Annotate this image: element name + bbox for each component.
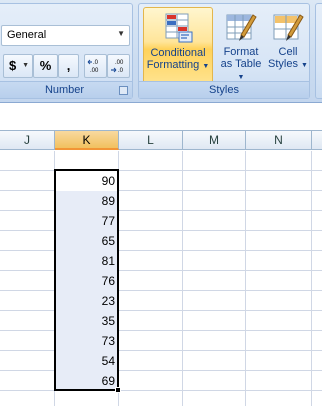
cell-k-6[interactable]: 76 (55, 271, 118, 291)
svg-text:.0: .0 (93, 60, 99, 66)
styles-group-label: Styles (139, 81, 309, 98)
increase-decimal-icon: .0 .00 (87, 59, 99, 74)
chevron-down-icon: ▼ (237, 74, 245, 81)
increase-decimal-button[interactable]: .0 .00 (84, 54, 107, 78)
next-group-edge (315, 3, 322, 99)
cell-styles-button[interactable]: Cell Styles ▼ (267, 7, 309, 84)
percent-icon: % (39, 58, 52, 73)
column-header-k[interactable]: K (55, 131, 119, 150)
cell-k-2[interactable]: 89 (55, 191, 118, 211)
number-group-label: Number (0, 81, 132, 98)
format-as-table-icon (226, 14, 257, 41)
cell-k-10[interactable]: 54 (55, 351, 118, 371)
dialog-launcher-icon[interactable] (119, 86, 128, 95)
conditional-formatting-label-2: Formatting ▼ (146, 59, 210, 71)
percent-style-button[interactable]: % (33, 54, 58, 78)
column-header-l[interactable]: L (119, 131, 183, 150)
accounting-format-button[interactable]: $ ▼ (3, 54, 33, 78)
comma-icon: , (66, 58, 71, 73)
cell-k-4[interactable]: 65 (55, 231, 118, 251)
column-header-row: J K L M N (0, 130, 322, 150)
conditional-formatting-icon (165, 13, 193, 43)
number-format-dropdown[interactable]: General ▼ (1, 25, 130, 46)
svg-text:.00: .00 (90, 68, 99, 74)
currency-icon: $ (9, 58, 17, 73)
fill-handle[interactable] (115, 387, 121, 393)
cell-k-3[interactable]: 77 (55, 211, 118, 231)
cell-k-9[interactable]: 73 (55, 331, 118, 351)
cell-styles-icon (273, 14, 304, 41)
cell-styles-label-1: Cell (278, 46, 298, 58)
worksheet-grid[interactable]: 90 89 77 65 81 76 23 35 73 54 69 (0, 151, 322, 406)
dropdown-arrow-icon: ▼ (117, 29, 125, 38)
decrease-decimal-icon: .00 .0 (110, 60, 124, 74)
decrease-decimal-button[interactable]: .00 .0 (107, 54, 130, 78)
cell-k-8[interactable]: 35 (55, 311, 118, 331)
number-group: General ▼ $ ▼ % , .0 .00 .00 .0 Number (0, 3, 133, 99)
column-header-n[interactable]: N (246, 131, 312, 150)
cell-styles-label-2: Styles ▼ (268, 58, 308, 70)
ribbon: General ▼ $ ▼ % , .0 .00 .00 .0 Number C… (0, 0, 322, 103)
chevron-down-icon: ▼ (202, 63, 210, 70)
format-as-table-button[interactable]: Format as Table ▼ (216, 7, 266, 84)
conditional-formatting-label-1: Conditional (150, 47, 206, 59)
styles-group: Conditional Formatting ▼ Format as Table… (138, 3, 310, 99)
chevron-down-icon: ▼ (301, 62, 308, 69)
chevron-down-icon[interactable]: ▼ (22, 55, 29, 77)
column-header-m[interactable]: M (183, 131, 246, 150)
comma-style-button[interactable]: , (58, 54, 79, 78)
format-as-table-label-1: Format (223, 46, 259, 58)
column-header-j[interactable]: J (0, 131, 55, 150)
cell-k-7[interactable]: 23 (55, 291, 118, 311)
conditional-formatting-button[interactable]: Conditional Formatting ▼ (143, 7, 213, 84)
cell-k-5[interactable]: 81 (55, 251, 118, 271)
svg-text:.0: .0 (118, 68, 124, 74)
svg-text:.00: .00 (115, 60, 124, 66)
number-format-value: General (7, 29, 47, 41)
cell-k-1[interactable]: 90 (55, 171, 118, 191)
cell-k-11[interactable]: 69 (55, 371, 118, 391)
